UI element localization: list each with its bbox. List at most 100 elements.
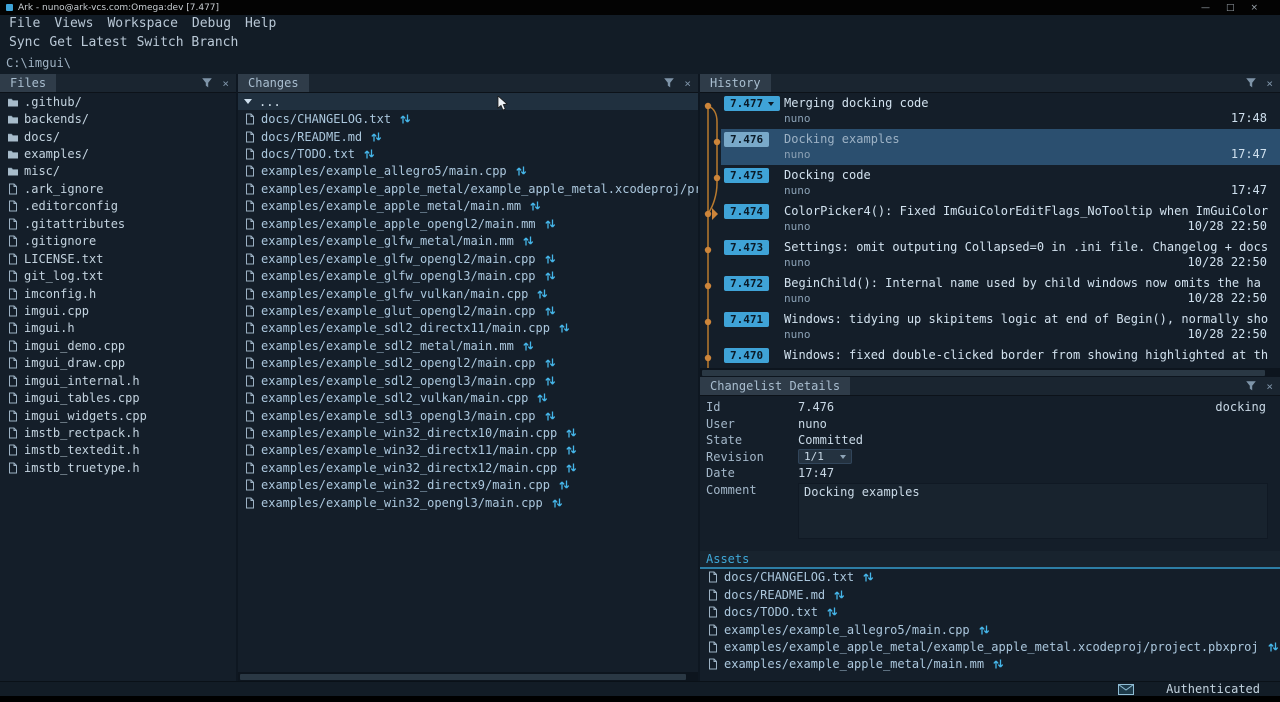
changed-file-row[interactable]: examples/example_sdl2_opengl2/main.cpp xyxy=(238,355,698,372)
changed-file-row[interactable]: examples/example_win32_opengl3/main.cpp xyxy=(238,494,698,511)
changed-file-row[interactable]: docs/TODO.txt xyxy=(238,145,698,162)
files-panel: Files × .github/ backends/ docs/ example… xyxy=(0,74,236,681)
comment-field[interactable]: Docking examples xyxy=(798,483,1268,539)
menu-views[interactable]: Views xyxy=(54,16,93,31)
file-tree-item[interactable]: imconfig.h xyxy=(0,285,236,302)
maximize-button[interactable]: □ xyxy=(1226,3,1235,13)
menu-file[interactable]: File xyxy=(9,16,40,31)
switch-branch-button[interactable]: Switch Branch xyxy=(137,35,239,50)
file-tree-item[interactable]: docs/ xyxy=(0,128,236,145)
changed-file-row[interactable]: examples/example_sdl2_vulkan/main.cpp xyxy=(238,389,698,406)
changed-file-row[interactable]: examples/example_apple_metal/main.mm xyxy=(238,198,698,215)
sync-button[interactable]: Sync xyxy=(9,35,40,50)
close-button[interactable]: × xyxy=(1250,3,1258,13)
changed-file-row[interactable]: examples/example_sdl2_metal/main.mm xyxy=(238,337,698,354)
revision-dropdown[interactable]: 1/1 xyxy=(798,449,852,464)
file-tree-item[interactable]: imstb_rectpack.h xyxy=(0,424,236,441)
filter-icon[interactable] xyxy=(1245,380,1257,392)
file-tree-item[interactable]: LICENSE.txt xyxy=(0,250,236,267)
asset-row[interactable]: docs/CHANGELOG.txt xyxy=(700,569,1280,586)
revision-badge[interactable]: 7.472 xyxy=(724,276,769,291)
changed-file-row[interactable]: examples/example_glfw_metal/main.mm xyxy=(238,233,698,250)
close-panel-icon[interactable]: × xyxy=(1266,380,1273,393)
file-tree-item[interactable]: .github/ xyxy=(0,93,236,110)
changed-file-row[interactable]: examples/example_win32_directx11/main.cp… xyxy=(238,442,698,459)
changed-file-row[interactable]: examples/example_win32_directx9/main.cpp xyxy=(238,477,698,494)
menu-workspace[interactable]: Workspace xyxy=(107,16,177,31)
file-tree-item[interactable]: .gitignore xyxy=(0,233,236,250)
revision-badge[interactable]: 7.471 xyxy=(724,312,769,327)
changed-file-row[interactable]: docs/CHANGELOG.txt xyxy=(238,110,698,127)
close-panel-icon[interactable]: × xyxy=(684,77,691,90)
commit-row[interactable]: 7.475 Docking code nuno 17:47 xyxy=(700,165,1280,201)
close-panel-icon[interactable]: × xyxy=(222,77,229,90)
revision-badge[interactable]: 7.474 xyxy=(724,204,769,219)
detail-row-revision: Revision 1/1 xyxy=(700,449,1280,466)
file-tree-item[interactable]: imgui.h xyxy=(0,320,236,337)
changed-file-row[interactable]: examples/example_glfw_vulkan/main.cpp xyxy=(238,285,698,302)
scrollbar-thumb[interactable] xyxy=(702,370,1265,376)
file-tree-item[interactable]: imgui_widgets.cpp xyxy=(0,407,236,424)
commit-row-selected[interactable]: 7.476 Docking examples nuno 17:47 xyxy=(700,129,1280,165)
changed-file-row[interactable]: docs/README.md xyxy=(238,128,698,145)
file-tree-item[interactable]: imgui_tables.cpp xyxy=(0,389,236,406)
envelope-icon[interactable] xyxy=(1118,684,1134,695)
changed-file-row[interactable]: examples/example_glfw_opengl2/main.cpp xyxy=(238,250,698,267)
filter-icon[interactable] xyxy=(201,77,213,89)
filter-icon[interactable] xyxy=(663,77,675,89)
changed-file-row[interactable]: examples/example_glfw_opengl3/main.cpp xyxy=(238,267,698,284)
commit-row[interactable]: 7.471 Windows: tidying up skipitems logi… xyxy=(700,309,1280,345)
file-tree-item[interactable]: imstb_truetype.h xyxy=(0,459,236,476)
asset-path: examples/example_allegro5/main.cpp xyxy=(724,623,970,637)
changed-file-row[interactable]: examples/example_apple_opengl2/main.mm xyxy=(238,215,698,232)
commit-row[interactable]: 7.472 BeginChild(): Internal name used b… xyxy=(700,273,1280,309)
get-latest-button[interactable]: Get Latest xyxy=(49,35,127,50)
details-panel-title: Changelist Details xyxy=(700,377,850,395)
window-title: Ark - nuno@ark-vcs.com:Omega:dev [7.477] xyxy=(18,3,219,13)
changed-file-row[interactable]: examples/example_sdl3_opengl3/main.cpp xyxy=(238,407,698,424)
revision-badge[interactable]: 7.477 xyxy=(724,96,780,111)
menu-debug[interactable]: Debug xyxy=(192,16,231,31)
file-tree-item[interactable]: backends/ xyxy=(0,110,236,127)
asset-row[interactable]: examples/example_apple_metal/example_app… xyxy=(700,638,1280,655)
asset-row[interactable]: docs/TODO.txt xyxy=(700,603,1280,620)
revision-badge[interactable]: 7.473 xyxy=(724,240,769,255)
file-tree-item[interactable]: git_log.txt xyxy=(0,267,236,284)
expand-icon[interactable] xyxy=(244,99,252,104)
changed-file-row[interactable]: examples/example_sdl2_opengl3/main.cpp xyxy=(238,372,698,389)
commit-row[interactable]: 7.477 Merging docking code nuno 17:48 xyxy=(700,93,1280,129)
horizontal-scrollbar[interactable] xyxy=(700,368,1280,377)
asset-row[interactable]: examples/example_apple_metal/main.mm xyxy=(700,656,1280,673)
file-tree-item[interactable]: misc/ xyxy=(0,163,236,180)
file-tree-item[interactable]: .gitattributes xyxy=(0,215,236,232)
changed-file-row[interactable]: examples/example_allegro5/main.cpp xyxy=(238,163,698,180)
scrollbar-thumb[interactable] xyxy=(240,674,686,680)
file-tree-item[interactable]: imgui_demo.cpp xyxy=(0,337,236,354)
commit-row[interactable]: 7.474 ColorPicker4(): Fixed ImGuiColorEd… xyxy=(700,201,1280,237)
revision-badge[interactable]: 7.476 xyxy=(724,132,769,147)
filter-icon[interactable] xyxy=(1245,77,1257,89)
file-tree-item[interactable]: .ark_ignore xyxy=(0,180,236,197)
asset-row[interactable]: examples/example_allegro5/main.cpp xyxy=(700,621,1280,638)
minimize-button[interactable]: — xyxy=(1201,3,1210,13)
changed-file-row[interactable]: examples/example_glut_opengl2/main.cpp xyxy=(238,302,698,319)
file-tree-item[interactable]: imgui_internal.h xyxy=(0,372,236,389)
changes-root-row[interactable]: ... xyxy=(238,93,698,110)
changed-file-row[interactable]: examples/example_apple_metal/example_app… xyxy=(238,180,698,197)
file-tree-item[interactable]: imgui.cpp xyxy=(0,302,236,319)
changed-file-row[interactable]: examples/example_win32_directx12/main.cp… xyxy=(238,459,698,476)
menu-help[interactable]: Help xyxy=(245,16,276,31)
file-tree-item[interactable]: imstb_textedit.h xyxy=(0,442,236,459)
changed-file-row[interactable]: examples/example_win32_directx10/main.cp… xyxy=(238,424,698,441)
file-tree-item[interactable]: .editorconfig xyxy=(0,198,236,215)
file-tree-item[interactable]: examples/ xyxy=(0,145,236,162)
menu-bar: File Views Workspace Debug Help xyxy=(0,15,1280,32)
close-panel-icon[interactable]: × xyxy=(1266,77,1273,90)
revision-badge[interactable]: 7.470 xyxy=(724,348,769,363)
revision-badge[interactable]: 7.475 xyxy=(724,168,769,183)
asset-row[interactable]: docs/README.md xyxy=(700,586,1280,603)
commit-row[interactable]: 7.473 Settings: omit outputing Collapsed… xyxy=(700,237,1280,273)
changed-file-row[interactable]: examples/example_sdl2_directx11/main.cpp xyxy=(238,320,698,337)
file-tree-item[interactable]: imgui_draw.cpp xyxy=(0,355,236,372)
horizontal-scrollbar[interactable] xyxy=(238,672,698,681)
